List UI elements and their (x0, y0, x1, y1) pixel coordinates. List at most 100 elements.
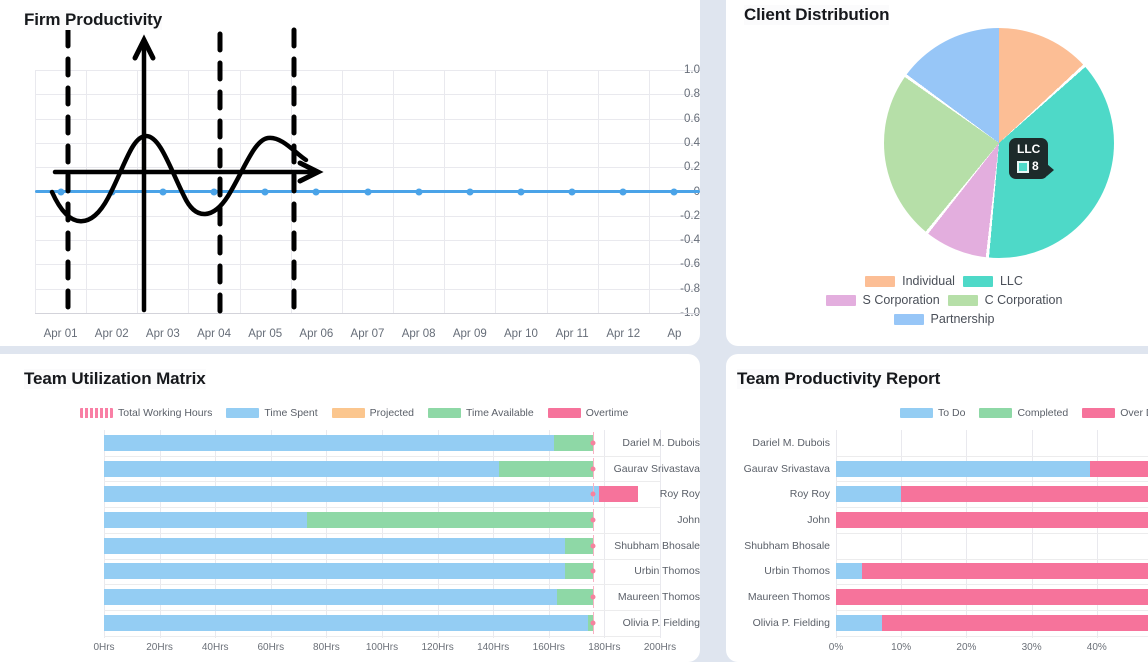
table-row[interactable] (836, 461, 1148, 477)
pie-legend-item[interactable]: C Corporation (948, 293, 1063, 307)
pie-graphic[interactable] (884, 28, 1114, 258)
bar-legend-item[interactable]: To Do (900, 407, 965, 419)
table-row[interactable] (836, 563, 1148, 579)
bar-segment[interactable] (499, 461, 594, 477)
series-point[interactable] (364, 188, 371, 195)
bar-segment[interactable] (836, 563, 862, 579)
pie-legend-item[interactable]: LLC (963, 274, 1023, 288)
y-axis-tick-label: -0.2 (670, 210, 700, 222)
bar-segment[interactable] (882, 615, 1148, 631)
series-point[interactable] (159, 188, 166, 195)
series-point[interactable] (415, 188, 422, 195)
table-row[interactable] (104, 538, 660, 554)
total-hours-marker[interactable] (591, 466, 596, 471)
series-point[interactable] (466, 188, 473, 195)
bar-legend-item[interactable]: Time Spent (226, 407, 317, 419)
total-hours-marker[interactable] (591, 492, 596, 497)
series-point[interactable] (57, 188, 64, 195)
x-axis-tick-label: Apr 06 (299, 328, 333, 340)
table-row[interactable] (104, 589, 660, 605)
bar-legend-item[interactable]: Projected (332, 407, 414, 419)
legend-label: Time Spent (264, 407, 317, 419)
bar-legend-item[interactable]: Overtime (548, 407, 629, 419)
table-row[interactable] (836, 486, 1148, 502)
bar-segment[interactable] (862, 563, 1148, 579)
x-axis-tick-label: Apr 12 (606, 328, 640, 340)
bar-segment[interactable] (104, 563, 565, 579)
table-row[interactable] (836, 435, 1148, 451)
bar-segment[interactable] (104, 435, 554, 451)
pie-tooltip: LLC 8 (1009, 138, 1048, 179)
series-point[interactable] (262, 188, 269, 195)
legend-label: LLC (1000, 274, 1023, 288)
pie-legend-item[interactable]: Individual (865, 274, 955, 288)
bar-segment[interactable] (104, 512, 307, 528)
y-axis-tick-label: 0.4 (670, 137, 700, 149)
legend-color-swatch (80, 408, 113, 418)
bar-segment[interactable] (1090, 461, 1148, 477)
total-hours-marker[interactable] (591, 595, 596, 600)
bar-segment[interactable] (104, 615, 588, 631)
bar-segment[interactable] (104, 589, 557, 605)
x-axis-tick-label: Apr 02 (95, 328, 129, 340)
legend-label: C Corporation (985, 293, 1063, 307)
tooltip-color-swatch (1017, 161, 1029, 173)
bar-segment[interactable] (836, 461, 1090, 477)
bar-segment[interactable] (901, 486, 1148, 502)
legend-color-swatch (428, 408, 461, 418)
bar-legend-item[interactable]: Completed (979, 407, 1068, 419)
client-distribution-pie[interactable] (884, 28, 1114, 258)
x-axis-tick-label: 80Hrs (313, 642, 340, 653)
bar-segment[interactable] (104, 461, 499, 477)
bar-segment[interactable] (554, 435, 593, 451)
table-row[interactable] (104, 435, 660, 451)
bar-segment[interactable] (565, 538, 593, 554)
pie-legend-item[interactable]: Partnership (894, 312, 995, 326)
bar-segment[interactable] (307, 512, 593, 528)
total-hours-marker[interactable] (591, 517, 596, 522)
table-row[interactable] (836, 512, 1148, 528)
legend-label: Time Available (466, 407, 534, 419)
series-point[interactable] (671, 188, 678, 195)
bar-legend-item[interactable]: Total Working Hours (80, 407, 212, 419)
bar-legend-item[interactable]: Time Available (428, 407, 534, 419)
bar-segment[interactable] (599, 486, 638, 502)
table-row[interactable] (104, 563, 660, 579)
pie-legend-item[interactable]: S Corporation (826, 293, 940, 307)
series-point[interactable] (108, 188, 115, 195)
table-row[interactable] (104, 461, 660, 477)
bar-segment[interactable] (104, 486, 599, 502)
total-hours-marker[interactable] (591, 543, 596, 548)
total-hours-marker[interactable] (591, 620, 596, 625)
series-point[interactable] (517, 188, 524, 195)
legend-color-swatch (963, 276, 993, 287)
table-row[interactable] (836, 589, 1148, 605)
series-point[interactable] (620, 188, 627, 195)
series-point[interactable] (211, 188, 218, 195)
x-axis-tick-label: 60Hrs (257, 642, 284, 653)
total-hours-marker[interactable] (591, 569, 596, 574)
bar-segment[interactable] (557, 589, 593, 605)
series-point[interactable] (569, 188, 576, 195)
row-label: Maureen Thomos (730, 591, 830, 603)
row-label: Urbin Thomos (730, 565, 830, 577)
series-point[interactable] (313, 188, 320, 195)
bar-segment[interactable] (836, 486, 901, 502)
x-axis-tick-label: Apr 09 (453, 328, 487, 340)
table-row[interactable] (104, 512, 660, 528)
table-row[interactable] (836, 615, 1148, 631)
table-row[interactable] (104, 486, 660, 502)
bar-segment[interactable] (565, 563, 593, 579)
bar-segment[interactable] (836, 512, 1148, 528)
bar-legend-item[interactable]: Over Du (1082, 407, 1148, 419)
bar-segment[interactable] (836, 589, 1148, 605)
row-label: John (730, 514, 830, 526)
bar-segment[interactable] (104, 538, 565, 554)
x-axis-tick-label: 160Hrs (533, 642, 565, 653)
dashboard: 1.00.80.60.40.20-0.2-0.4-0.6-0.8-1.0Apr … (0, 0, 1148, 648)
table-row[interactable] (836, 538, 1148, 554)
x-axis-tick-label: Ap (667, 328, 681, 340)
total-hours-marker[interactable] (591, 440, 596, 445)
table-row[interactable] (104, 615, 660, 631)
bar-segment[interactable] (836, 615, 882, 631)
